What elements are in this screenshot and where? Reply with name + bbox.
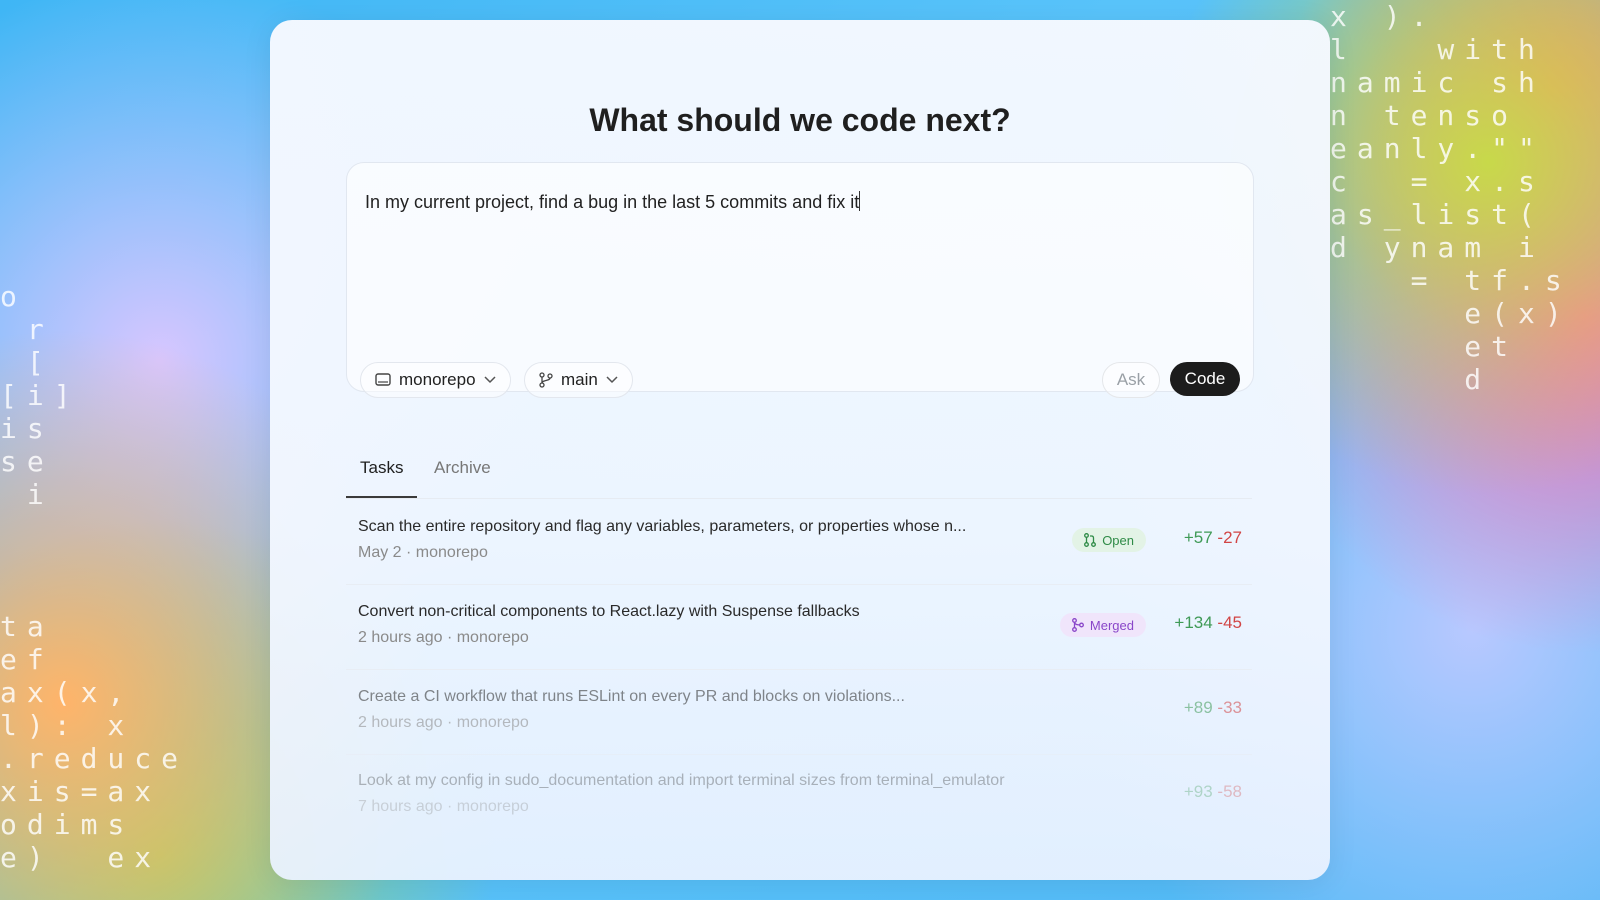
git-branch-icon xyxy=(539,372,553,388)
lines-added: +57 xyxy=(1183,528,1213,547)
ask-button[interactable]: Ask xyxy=(1102,362,1160,398)
diff-stats: +89 -33 xyxy=(1184,698,1242,718)
tab-archive[interactable]: Archive xyxy=(434,458,491,496)
lines-removed: -27 xyxy=(1217,528,1242,547)
lines-removed: -45 xyxy=(1217,613,1242,632)
task-meta: May 2 · monorepo xyxy=(358,544,488,561)
text-cursor xyxy=(859,191,861,211)
background-code-rain-left: o r [ [i] is se i ta ef ax(x, l): x .red… xyxy=(0,280,189,874)
task-tabs: Tasks Archive xyxy=(345,450,1252,499)
task-row[interactable]: Create a CI workflow that runs ESLint on… xyxy=(346,670,1252,755)
lines-added: +93 xyxy=(1183,782,1213,801)
status-badge: Merged xyxy=(1059,613,1146,637)
task-row[interactable]: Scan the entire repository and flag any … xyxy=(346,500,1252,585)
status-badge: Open xyxy=(1072,528,1146,552)
lines-removed: -33 xyxy=(1217,698,1242,717)
task-row[interactable]: Convert non-critical components to React… xyxy=(346,585,1252,670)
task-title: Convert non-critical components to React… xyxy=(358,603,860,620)
main-card: What should we code next? In my current … xyxy=(270,20,1330,880)
task-meta: 7 hours ago · monorepo xyxy=(358,798,529,815)
repo-name: monorepo xyxy=(399,370,476,389)
page-title: What should we code next? xyxy=(589,102,1011,138)
task-row[interactable]: Look at my config in sudo_documentation … xyxy=(346,754,1252,838)
prompt-text: In my current project, find a bug in the… xyxy=(365,192,860,212)
chevron-down-icon xyxy=(484,376,496,384)
task-title: Scan the entire repository and flag any … xyxy=(358,518,967,535)
diff-stats: +134 -45 xyxy=(1174,613,1242,633)
task-title: Create a CI workflow that runs ESLint on… xyxy=(358,688,905,705)
diff-stats: +57 -27 xyxy=(1184,528,1242,548)
lines-added: +89 xyxy=(1183,698,1213,717)
monitor-icon xyxy=(375,373,391,387)
chevron-down-icon xyxy=(606,376,618,384)
task-title: Look at my config in sudo_documentation … xyxy=(358,772,1005,789)
git-merge-icon xyxy=(1071,618,1084,632)
task-meta: 2 hours ago · monorepo xyxy=(358,629,529,646)
repo-selector[interactable]: monorepo xyxy=(360,362,511,398)
background-code-rain-right: x ). l with namic sh n tenso eanly."" c … xyxy=(1330,0,1572,396)
branch-selector[interactable]: main xyxy=(524,362,633,398)
code-button[interactable]: Code xyxy=(1170,362,1240,396)
prompt-input[interactable]: In my current project, find a bug in the… xyxy=(346,162,1254,392)
tab-tasks[interactable]: Tasks xyxy=(345,458,419,498)
branch-name: main xyxy=(561,370,598,389)
git-pull-request-icon xyxy=(1084,533,1097,547)
diff-stats: +93 -58 xyxy=(1184,782,1242,802)
lines-removed: -58 xyxy=(1217,782,1242,801)
lines-added: +134 xyxy=(1174,613,1213,632)
task-meta: 2 hours ago · monorepo xyxy=(358,714,529,731)
status-label: Open xyxy=(1102,532,1134,548)
status-label: Merged xyxy=(1089,617,1134,633)
